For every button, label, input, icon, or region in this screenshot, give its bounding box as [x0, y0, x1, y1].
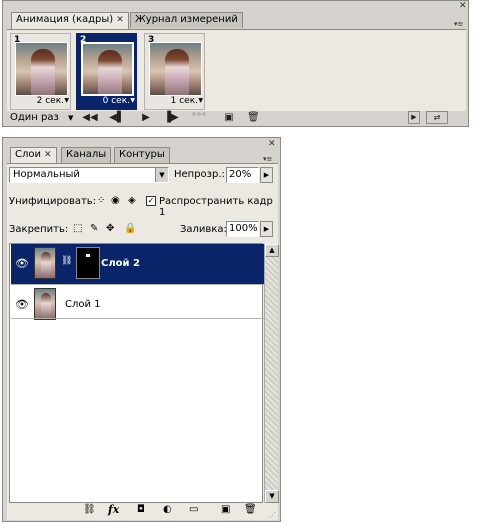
fill-slider-button[interactable]: ▶: [260, 221, 273, 237]
frame-delay[interactable]: 2 сек.: [37, 96, 64, 106]
new-group-folder-icon[interactable]: ▭: [189, 504, 198, 515]
link-layers-icon[interactable]: ⛓: [83, 504, 96, 515]
lock-position-move-icon[interactable]: ✥: [106, 223, 114, 234]
layer-thumbnail: [34, 247, 56, 279]
unify-label: Унифицировать:: [9, 196, 97, 207]
resize-grip-icon[interactable]: ⋰: [269, 511, 276, 519]
blend-mode-select[interactable]: Нормальный ▼: [9, 167, 169, 183]
chevron-down-icon: ▼: [67, 114, 74, 122]
layers-scrollbar[interactable]: ▲ ▼: [264, 244, 279, 503]
opacity-field[interactable]: 20%: [226, 167, 259, 183]
layer-name[interactable]: Слой 1: [65, 299, 101, 310]
lock-transparency-icon[interactable]: ⬚: [73, 223, 82, 234]
unify-position-icon[interactable]: ⁘: [97, 195, 105, 206]
chevron-down-icon[interactable]: ▼: [198, 97, 203, 104]
blend-mode-value: Нормальный: [13, 169, 80, 180]
propagate-checkbox[interactable]: ✓: [146, 196, 156, 206]
tab-paths-label: Контуры: [119, 149, 165, 160]
layer-divider: [11, 318, 266, 319]
lock-pixels-brush-icon[interactable]: ✎: [90, 223, 98, 234]
opacity-value: 20%: [229, 169, 252, 180]
frame-thumbnail: [81, 42, 134, 96]
panel-menu-icon[interactable]: ▾≡: [454, 20, 463, 28]
chevron-down-icon[interactable]: ▼: [130, 97, 135, 104]
fill-value: 100%: [229, 223, 258, 234]
next-frame-button[interactable]: ▐▶: [163, 111, 179, 125]
frame-3[interactable]: 3 1 сек. ▼: [144, 33, 205, 110]
frame-2[interactable]: 2 0 сек. ▼: [76, 33, 137, 110]
close-icon[interactable]: ✕: [459, 2, 467, 11]
convert-timeline-icon[interactable]: ⇄: [426, 111, 448, 124]
loop-select-label: Один раз: [10, 112, 59, 123]
add-mask-icon[interactable]: ◘: [137, 504, 145, 515]
tab-measurement-log-label: Журнал измерений: [135, 14, 238, 25]
chevron-down-icon[interactable]: ▼: [64, 97, 69, 104]
panel-menu-icon[interactable]: ▾≡: [263, 155, 272, 163]
first-frame-button[interactable]: ◀◀: [81, 111, 99, 125]
tab-paths[interactable]: Контуры: [114, 147, 170, 163]
layer-mask-thumbnail[interactable]: [76, 247, 100, 279]
layer-style-fx-icon[interactable]: fx: [108, 503, 119, 516]
propagate-label: Распространить кадр 1: [159, 196, 273, 218]
tween-button[interactable]: °°°: [189, 111, 209, 125]
chevron-down-icon: ▼: [155, 168, 168, 182]
layer-thumbnail: [34, 288, 56, 320]
close-icon[interactable]: ✕: [268, 140, 276, 149]
unify-style-icon[interactable]: ◈: [128, 195, 136, 206]
frame-thumbnail: [15, 42, 68, 96]
tab-animation[interactable]: Анимация (кадры) ✕: [11, 12, 129, 29]
tab-channels-label: Каналы: [66, 149, 107, 160]
animation-toolbar: Один раз ▼ ◀◀ ◀▌ ▶ ▐▶ °°° ▣ 🗑 ▶ ⇄: [7, 111, 466, 126]
frame-delay[interactable]: 1 сек.: [171, 96, 198, 106]
animation-panel: ✕ ▾≡ Анимация (кадры) ✕ Журнал измерений …: [2, 0, 469, 127]
lock-all-icon[interactable]: 🔒: [124, 223, 136, 234]
lock-label: Закрепить:: [9, 224, 69, 235]
duplicate-frame-icon[interactable]: ▣: [223, 111, 235, 125]
close-tab-icon[interactable]: ✕: [44, 150, 52, 160]
frame-thumbnail: [149, 42, 202, 96]
play-button[interactable]: ▶: [139, 111, 153, 125]
opacity-slider-button[interactable]: ▶: [260, 167, 273, 183]
tab-channels[interactable]: Каналы: [61, 147, 112, 163]
layer-row-1[interactable]: 👁 Слой 1: [11, 285, 266, 326]
new-layer-icon[interactable]: ▣: [221, 504, 230, 515]
frame-delay[interactable]: 0 сек.: [103, 96, 130, 106]
frame-1[interactable]: 1 2 сек. ▼: [10, 33, 71, 110]
tab-layers[interactable]: Слои ✕: [10, 147, 57, 164]
opacity-label: Непрозр.:: [174, 169, 225, 180]
prev-frame-button[interactable]: ◀▌: [109, 111, 125, 125]
layer-row-2[interactable]: 👁 ⛓ Слой 2: [11, 244, 266, 285]
tab-measurement-log[interactable]: Журнал измерений: [130, 12, 243, 28]
trash-icon[interactable]: 🗑: [244, 504, 257, 515]
layers-panel: ✕ ▾≡ Слои ✕ Каналы Контуры Нормальный ▼ Н…: [2, 137, 281, 522]
tab-animation-label: Анимация (кадры): [16, 14, 114, 25]
link-chain-icon[interactable]: ⛓: [61, 256, 72, 266]
layers-content: Нормальный ▼ Непрозр.: 20% ▶ Унифицирова…: [7, 163, 278, 520]
visibility-eye-icon[interactable]: 👁: [15, 257, 29, 270]
scroll-up-button[interactable]: ▲: [265, 244, 279, 257]
tab-layers-label: Слои: [15, 149, 41, 160]
trash-icon[interactable]: 🗑: [247, 111, 260, 125]
layer-name[interactable]: Слой 2: [101, 258, 140, 269]
unify-visibility-icon[interactable]: ◉: [111, 195, 120, 206]
fill-field[interactable]: 100%: [226, 221, 259, 237]
loop-select[interactable]: Один раз ▼: [10, 112, 73, 123]
visibility-eye-icon[interactable]: 👁: [15, 298, 29, 311]
close-tab-icon[interactable]: ✕: [116, 15, 124, 25]
adjustment-layer-icon[interactable]: ◐: [163, 504, 172, 515]
scroll-right-button[interactable]: ▶: [408, 111, 420, 124]
fill-label: Заливка:: [180, 224, 227, 235]
scroll-down-button[interactable]: ▼: [265, 490, 279, 503]
